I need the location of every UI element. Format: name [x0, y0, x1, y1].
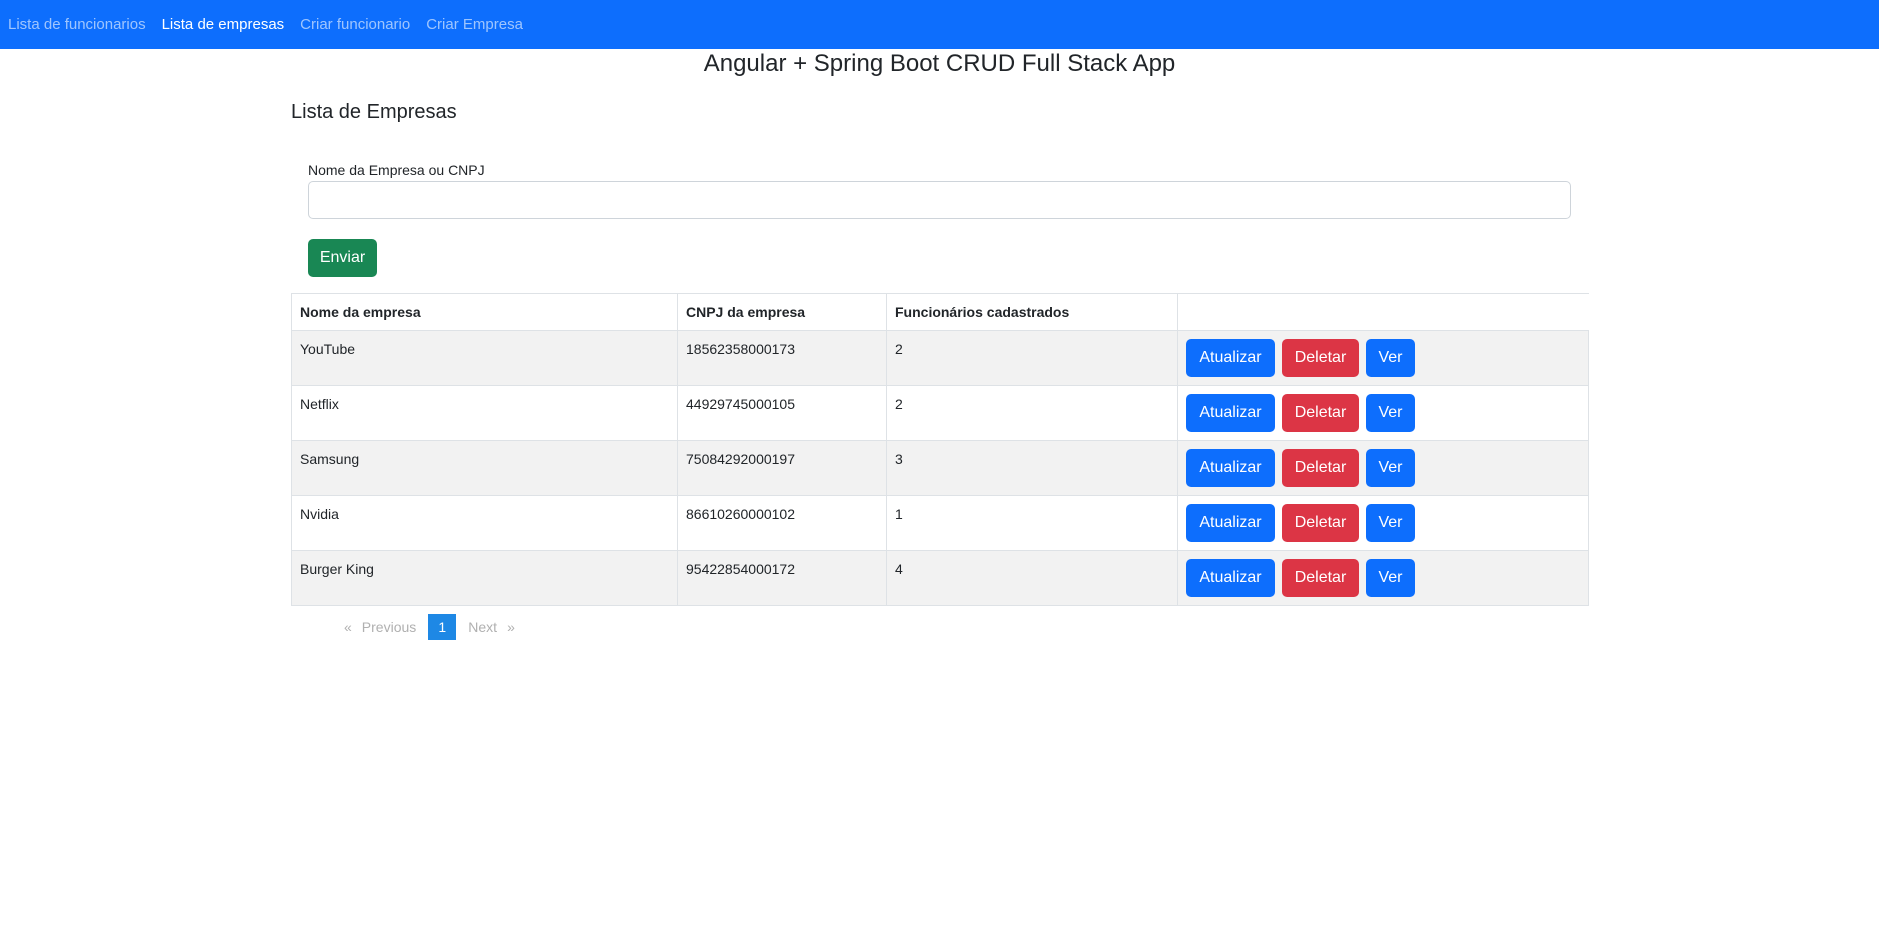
cell-company-cnpj: 44929745000105: [677, 385, 887, 441]
search-input[interactable]: [308, 181, 1571, 219]
update-button[interactable]: Atualizar: [1186, 339, 1275, 377]
update-button[interactable]: Atualizar: [1186, 504, 1275, 542]
nav-link-funcionarios[interactable]: Lista de funcionarios: [8, 16, 146, 33]
cell-employee-count: 1: [886, 495, 1178, 551]
app-title: Angular + Spring Boot CRUD Full Stack Ap…: [703, 50, 1176, 77]
delete-button[interactable]: Deletar: [1282, 504, 1359, 542]
header-employee-count: Funcionários cadastrados: [886, 293, 1178, 331]
cell-actions: Atualizar Deletar Ver: [1177, 385, 1589, 441]
view-button[interactable]: Ver: [1366, 504, 1415, 542]
submit-button[interactable]: Enviar: [308, 239, 377, 277]
cell-company-name: Samsung: [291, 440, 678, 496]
table-row: Nvidia 86610260000102 1 Atualizar Deletar…: [291, 495, 1589, 551]
cell-actions: Atualizar Deletar Ver: [1177, 495, 1589, 551]
cell-actions: Atualizar Deletar Ver: [1177, 440, 1589, 496]
search-label: Nome da Empresa ou CNPJ: [308, 162, 485, 178]
pagination-current-page[interactable]: 1: [428, 614, 457, 640]
view-button[interactable]: Ver: [1366, 559, 1415, 597]
page-title: Lista de Empresas: [291, 101, 457, 123]
nav-link-empresas[interactable]: Lista de empresas: [162, 16, 285, 33]
view-button[interactable]: Ver: [1366, 449, 1415, 487]
table-row: Netflix 44929745000105 2 Atualizar Deleta…: [291, 385, 1589, 441]
update-button[interactable]: Atualizar: [1186, 559, 1275, 597]
update-button[interactable]: Atualizar: [1186, 394, 1275, 432]
cell-actions: Atualizar Deletar Ver: [1177, 550, 1589, 606]
delete-button[interactable]: Deletar: [1282, 449, 1359, 487]
pagination-prev-arrow[interactable]: «: [344, 619, 352, 635]
cell-company-cnpj: 75084292000197: [677, 440, 887, 496]
table-row: YouTube 18562358000173 2 Atualizar Deleta…: [291, 330, 1589, 386]
table-row: Samsung 75084292000197 3 Atualizar Deleta…: [291, 440, 1589, 496]
pagination-next[interactable]: Next: [468, 619, 497, 635]
pagination-previous[interactable]: Previous: [362, 619, 416, 635]
cell-company-name: Burger King: [291, 550, 678, 606]
top-navbar: Lista de funcionarios Lista de empresas …: [0, 0, 1879, 49]
cell-company-name: Netflix: [291, 385, 678, 441]
cell-employee-count: 2: [886, 385, 1178, 441]
cell-company-name: YouTube: [291, 330, 678, 386]
nav-link-criar-empresa[interactable]: Criar Empresa: [426, 16, 523, 33]
table-header-row: Nome da empresa CNPJ da empresa Funcioná…: [291, 293, 1589, 331]
view-button[interactable]: Ver: [1366, 339, 1415, 377]
cell-employee-count: 4: [886, 550, 1178, 606]
companies-table: Nome da empresa CNPJ da empresa Funcioná…: [291, 293, 1589, 606]
header-company-name: Nome da empresa: [291, 293, 678, 331]
cell-company-cnpj: 86610260000102: [677, 495, 887, 551]
delete-button[interactable]: Deletar: [1282, 394, 1359, 432]
cell-company-cnpj: 18562358000173: [677, 330, 887, 386]
nav-link-criar-funcionario[interactable]: Criar funcionario: [300, 16, 410, 33]
cell-company-cnpj: 95422854000172: [677, 550, 887, 606]
pagination-next-arrow[interactable]: »: [507, 619, 515, 635]
header-company-cnpj: CNPJ da empresa: [677, 293, 887, 331]
update-button[interactable]: Atualizar: [1186, 449, 1275, 487]
cell-employee-count: 3: [886, 440, 1178, 496]
delete-button[interactable]: Deletar: [1282, 339, 1359, 377]
cell-employee-count: 2: [886, 330, 1178, 386]
cell-company-name: Nvidia: [291, 495, 678, 551]
delete-button[interactable]: Deletar: [1282, 559, 1359, 597]
pagination: « Previous 1 Next »: [340, 614, 519, 640]
view-button[interactable]: Ver: [1366, 394, 1415, 432]
cell-actions: Atualizar Deletar Ver: [1177, 330, 1589, 386]
header-actions: [1177, 293, 1589, 331]
companies-table-container: Nome da empresa CNPJ da empresa Funcioná…: [291, 293, 1589, 606]
table-row: Burger King 95422854000172 4 Atualizar De…: [291, 550, 1589, 606]
